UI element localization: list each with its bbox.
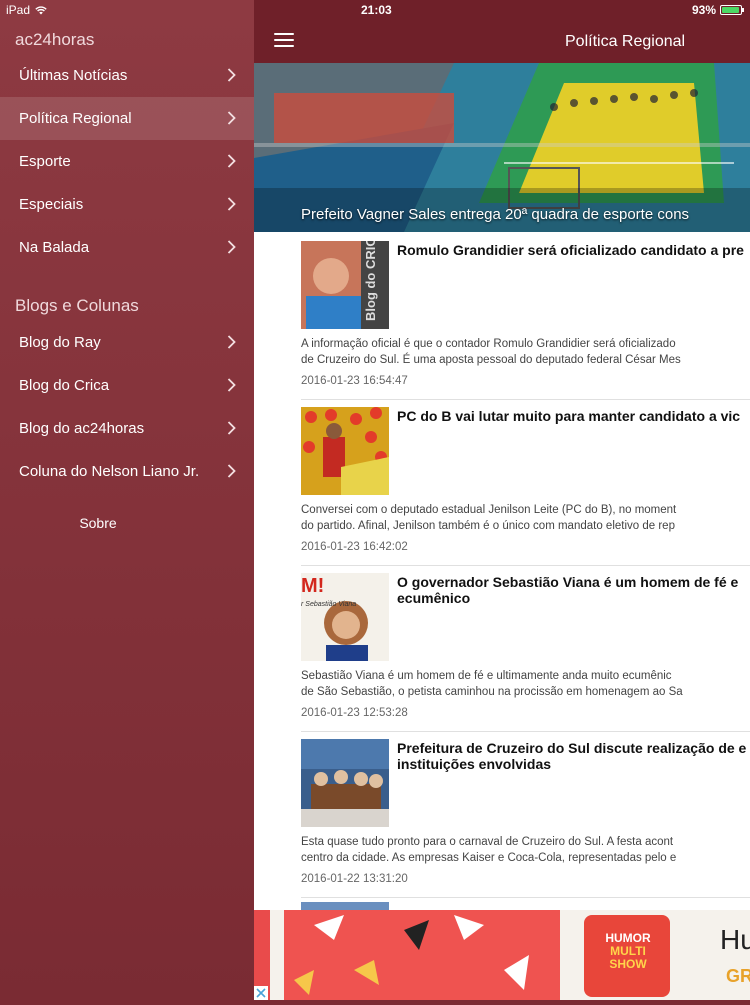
blogs-menu: Blog do Ray Blog do Crica Blog do ac24ho… [0,321,254,493]
article-date: 2016-01-22 13:31:20 [301,873,408,885]
hamburger-menu-icon[interactable] [274,32,294,48]
chevron-right-icon [227,464,236,478]
chevron-right-icon [227,421,236,435]
article-title: Prefeitura de Cruzeiro do Sul discute re… [397,740,747,772]
status-left: iPad [6,3,47,17]
menu-item-label: Últimas Notícias [19,67,128,84]
article-summary: A informação oficial é que o contador Ro… [301,337,750,368]
menu-item-label: Blog do ac24horas [19,420,145,437]
menu-item-especiais[interactable]: Especiais [0,183,254,226]
menu-item-label: Especiais [19,196,84,213]
wifi-icon [35,5,47,14]
article-date: 2016-01-23 16:42:02 [301,541,408,553]
battery-percent: 93% [691,3,716,17]
article-item[interactable]: Blog do CRICA Romulo Grandidier será ofi… [301,233,750,400]
thumbnail-overlay-text: M! [301,575,325,597]
article-title: O governador Sebastião Viana é um homem … [397,574,739,606]
menu-item-politica-regional[interactable]: Política Regional [0,97,254,140]
menu-item-label: Política Regional [19,110,132,127]
menu-item-coluna-nelson-liano[interactable]: Coluna do Nelson Liano Jr. [0,450,254,493]
chevron-right-icon [227,197,236,211]
menu-item-blog-do-ray[interactable]: Blog do Ray [0,321,254,364]
chevron-right-icon [227,154,236,168]
main-content: 21:03 93% Política Regional Prefeito Vag… [254,0,750,1000]
article-item[interactable]: PC do B vai lutar muito para manter cand… [301,399,750,566]
device-label: iPad [6,3,31,17]
summary-line: Sebastião Viana é um homem de fé e ultim… [301,670,672,682]
menu-item-ultimas-noticias[interactable]: Últimas Notícias [0,54,254,97]
article-summary: Conversei com o deputado estadual Jenils… [301,503,750,534]
menu-item-blog-do-ac24horas[interactable]: Blog do ac24horas [0,407,254,450]
article-item[interactable]: Prefeitura de Cruzeiro do Sul discute re… [301,731,750,898]
chevron-right-icon [227,240,236,254]
article-item[interactable]: M! r Sebastião Viana O governador Sebast… [301,565,750,732]
article-thumbnail [301,407,389,495]
blogs-section-title: Blogs e Colunas [15,296,139,315]
article-summary: Esta quase tudo pronto para o carnaval d… [301,835,750,866]
menu-item-na-balada[interactable]: Na Balada [0,226,254,269]
summary-line: A informação oficial é que o contador Ro… [301,338,676,350]
summary-line: Conversei com o deputado estadual Jenils… [301,504,677,516]
sidebar: iPad ac24horas Últimas Notícias Política… [0,0,254,1000]
chevron-right-icon [227,68,236,82]
menu-item-label: Blog do Ray [19,334,101,351]
ad-logo: HUMOR MULTI SHOW [600,932,656,971]
menu-item-label: Coluna do Nelson Liano Jr. [19,463,200,480]
chevron-right-icon [227,111,236,125]
menu-item-esporte[interactable]: Esporte [0,140,254,183]
status-time: 21:03 [361,3,392,17]
hero-article[interactable]: Prefeito Vagner Sales entrega 20ª quadra… [254,63,750,232]
ad-logo-line: SHOW [609,957,647,971]
ad-close-icon[interactable] [254,986,268,1000]
article-date: 2016-01-23 16:54:47 [301,375,408,387]
ad-subtext: GR [726,966,750,986]
chevron-right-icon [227,378,236,392]
ad-image [254,910,750,1000]
article-thumbnail: Blog do CRICA [301,241,389,329]
article-title: PC do B vai lutar muito para manter cand… [397,408,741,424]
about-button[interactable]: Sobre [0,515,196,531]
battery-icon [720,5,744,15]
article-title: Romulo Grandidier será oficializado cand… [397,242,744,258]
ad-headline: Hu [720,924,750,955]
thumbnail-overlay-text: r Sebastião Viana [301,601,357,608]
page-title: Política Regional [565,33,686,50]
summary-line: centro da cidade. As empresas Kaiser e C… [301,851,677,864]
menu-item-label: Esporte [19,153,71,170]
summary-line: do partido. Afinal, Jenilson também é o … [301,519,675,532]
ad-banner[interactable]: HUMOR MULTI SHOW Hu GR [254,910,750,1000]
main-menu: Últimas Notícias Política Regional Espor… [0,54,254,269]
article-summary: Sebastião Viana é um homem de fé e ultim… [301,669,750,700]
chevron-right-icon [227,335,236,349]
summary-line: de Cruzeiro do Sul. É uma aposta pessoal… [301,353,681,366]
status-right: 93% [691,3,744,17]
summary-line: Esta quase tudo pronto para o carnaval d… [301,836,674,848]
summary-line: de São Sebastião, o petista caminhou na … [301,685,683,698]
article-date: 2016-01-23 12:53:28 [301,707,408,719]
top-bar: 21:03 93% Política Regional [254,0,750,63]
article-thumbnail [301,739,389,827]
hero-caption: Prefeito Vagner Sales entrega 20ª quadra… [301,206,690,223]
menu-item-label: Blog do Crica [19,377,110,394]
article-thumbnail: M! r Sebastião Viana [301,573,389,661]
menu-item-label: Na Balada [19,239,90,256]
thumbnail-overlay-text: Blog do CRICA [363,241,378,321]
app-title: ac24horas [15,30,95,49]
menu-item-blog-do-crica[interactable]: Blog do Crica [0,364,254,407]
